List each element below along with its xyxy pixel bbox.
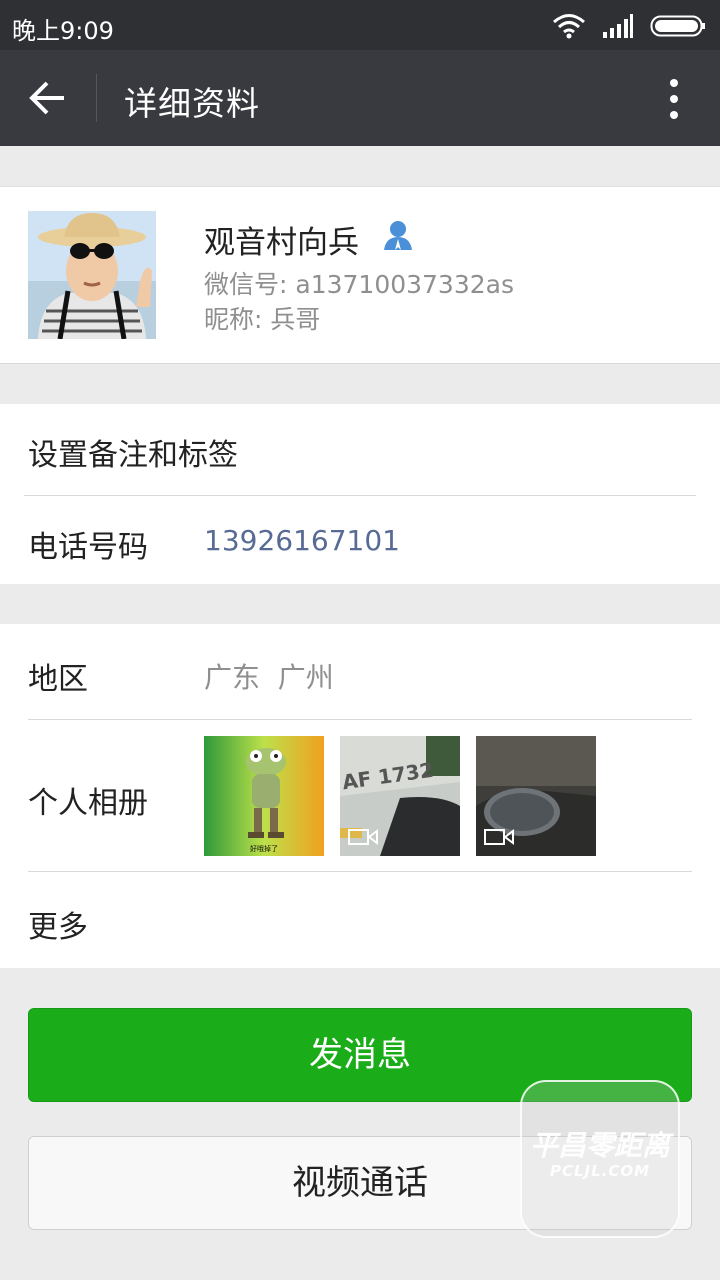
remark-label: 设置备注和标签 bbox=[28, 438, 238, 473]
more-label: 更多 bbox=[28, 910, 88, 945]
contact-person-icon bbox=[384, 221, 412, 250]
battery-icon bbox=[650, 15, 705, 37]
album-video[interactable]: AF 1732 bbox=[340, 736, 460, 856]
region-value: 广东 广州 bbox=[204, 661, 334, 694]
status-time: 晚上9:09 bbox=[12, 17, 114, 45]
wechat-id: 微信号: a13710037332as bbox=[204, 270, 514, 299]
album-video[interactable] bbox=[476, 736, 596, 856]
phone-row[interactable]: 电话号码 13926167101 bbox=[0, 496, 720, 584]
page-title: 详细资料 bbox=[124, 84, 260, 123]
watermark-text: 平昌零距离 bbox=[529, 1129, 670, 1162]
arrow-left-icon[interactable] bbox=[28, 80, 68, 116]
album-label: 个人相册 bbox=[28, 786, 148, 821]
phone-number[interactable]: 13926167101 bbox=[204, 524, 400, 557]
status-bar: 晚上9:09 bbox=[0, 0, 720, 50]
watermark-logo: 平昌零距离 PCLJL.COM bbox=[520, 1080, 680, 1238]
info-group: 设置备注和标签 电话号码 13926167101 bbox=[0, 404, 720, 584]
signal-icon bbox=[603, 14, 633, 38]
remark-row[interactable]: 设置备注和标签 bbox=[0, 404, 720, 495]
contact-name: 观音村向兵 bbox=[204, 225, 359, 261]
app-bar-divider bbox=[96, 74, 97, 122]
more-row[interactable]: 更多 bbox=[0, 872, 720, 968]
wifi-icon bbox=[553, 14, 585, 39]
status-icons bbox=[552, 12, 706, 40]
app-bar: 详细资料 bbox=[0, 50, 720, 146]
more-vertical-icon[interactable] bbox=[668, 78, 680, 120]
photo-caption: 好哦掉了 bbox=[250, 845, 278, 853]
region-label: 地区 bbox=[28, 662, 88, 697]
region-row: 地区 广东 广州 bbox=[0, 624, 720, 719]
nickname: 昵称: 兵哥 bbox=[204, 305, 321, 334]
video-camera-icon bbox=[348, 829, 378, 845]
details-group: 地区 广东 广州 个人相册 好哦掉了 AF 1732 更多 bbox=[0, 624, 720, 968]
album-photo[interactable]: 好哦掉了 bbox=[204, 736, 324, 856]
profile-card[interactable]: 观音村向兵 微信号: a13710037332as 昵称: 兵哥 bbox=[0, 186, 720, 364]
watermark-domain: PCLJL.COM bbox=[549, 1162, 651, 1180]
avatar[interactable] bbox=[28, 211, 156, 339]
video-camera-icon bbox=[484, 829, 514, 845]
phone-label: 电话号码 bbox=[28, 530, 148, 565]
